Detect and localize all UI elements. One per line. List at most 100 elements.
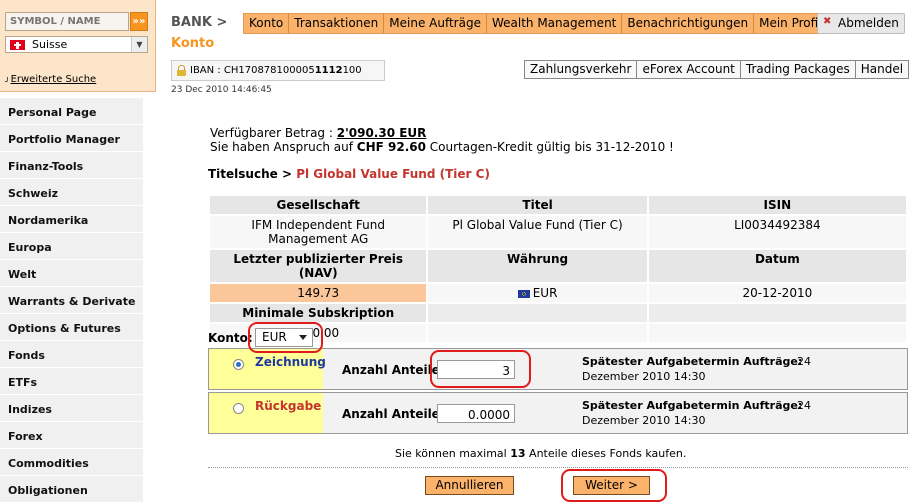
subtab-trading-packages[interactable]: Trading Packages xyxy=(741,61,856,78)
search-go-button[interactable]: »» xyxy=(130,12,148,31)
redemption-option-cell: Rückgabe xyxy=(209,393,323,433)
sidebar-item-fonds[interactable]: Fonds xyxy=(0,341,143,368)
table-header-row: Letzter publizierter Preis (NAV) Währung… xyxy=(207,248,909,284)
column-header: Minimale Subskription xyxy=(207,302,429,324)
deadline-value: Dezember 2010 14:30 xyxy=(582,414,706,427)
quantity-label: Anzahl Anteile: xyxy=(342,407,445,421)
sub-nav: Zahlungsverkehr eForex Account Trading P… xyxy=(524,60,910,79)
page-title: Titelsuche > Pl Global Value Fund (Tier … xyxy=(208,167,490,181)
subscribe-radio[interactable] xyxy=(233,359,244,370)
market-select[interactable]: Suisse ▼ xyxy=(5,36,148,53)
next-button[interactable]: Weiter > xyxy=(573,476,650,495)
sidebar-item-portfolio-manager[interactable]: Portfolio Manager xyxy=(0,125,143,152)
fund-name: Pl Global Value Fund (Tier C) xyxy=(296,167,490,181)
currency-cell: EUR xyxy=(426,282,649,304)
chevron-down-icon xyxy=(299,335,307,340)
redeem-radio[interactable] xyxy=(233,403,244,414)
tab-konto[interactable]: Konto xyxy=(244,14,290,33)
sidebar-item-personal-page[interactable]: Personal Page xyxy=(0,98,143,125)
tab-meine-auftraege[interactable]: Meine Aufträge xyxy=(384,14,487,33)
sidebar-item-finanz-tools[interactable]: Finanz-Tools xyxy=(0,152,143,179)
company-cell: IFM Independent Fund Management AG xyxy=(207,214,429,250)
available-label: Verfügbarer Betrag : xyxy=(210,126,337,140)
sidebar-item-etfs[interactable]: ETFs xyxy=(0,368,143,395)
subscribe-label: Zeichnung xyxy=(255,355,326,369)
chevron-down-icon: ▼ xyxy=(131,37,147,52)
search-panel: »» Suisse ▼ ᴊErweiterte Suche xyxy=(0,0,156,92)
sidebar-item-welt[interactable]: Welt xyxy=(0,260,143,287)
table-row: 100.00 xyxy=(207,322,909,344)
main-nav: Konto Transaktionen Meine Aufträge Wealt… xyxy=(243,13,828,34)
logout-button[interactable]: ✖ Abmelden xyxy=(817,13,905,34)
subtab-handel[interactable]: Handel xyxy=(856,61,908,78)
nav-cell: 149.73 xyxy=(207,282,429,304)
sidebar-item-commodities[interactable]: Commodities xyxy=(0,449,143,476)
eu-flag-icon xyxy=(517,289,530,298)
redemption-row: Rückgabe Anzahl Anteile: Spätester Aufga… xyxy=(208,392,908,434)
credit-prefix: Sie haben Anspruch auf xyxy=(210,140,357,154)
app-window: »» Suisse ▼ ᴊErweiterte Suche Personal P… xyxy=(0,0,920,503)
timestamp: 23 Dec 2010 14:46:45 xyxy=(171,85,272,95)
advanced-search-link[interactable]: ᴊ Erweiterte Suche xyxy=(5,74,96,85)
tab-wealth-management[interactable]: Wealth Management xyxy=(487,14,623,33)
column-header: Letzter publizierter Preis (NAV) xyxy=(207,248,429,284)
column-header: Währung xyxy=(426,248,649,284)
tab-mein-profil[interactable]: Mein Profil xyxy=(754,14,826,33)
konto-currency-value: EUR xyxy=(262,330,287,344)
title-cell: Pl Global Value Fund (Tier C) xyxy=(426,214,649,250)
tab-benachrichtigungen[interactable]: Benachrichtigungen xyxy=(622,14,755,33)
table-header-row: Gesellschaft Titel ISIN xyxy=(207,194,909,216)
konto-currency-select[interactable]: EUR xyxy=(255,328,313,347)
sidebar-item-indizes[interactable]: Indizes xyxy=(0,395,143,422)
subscribe-quantity-input[interactable] xyxy=(437,360,515,379)
symbol-search-input[interactable] xyxy=(5,12,129,31)
sidebar-item-forex[interactable]: Forex xyxy=(0,422,143,449)
available-amount: 2'090.30 EUR xyxy=(336,126,427,140)
close-icon: ✖ xyxy=(823,16,832,27)
isin-cell: LI0034492384 xyxy=(646,214,909,250)
tab-transaktionen[interactable]: Transaktionen xyxy=(289,14,385,33)
empty-cell xyxy=(646,322,909,344)
available-balance-info: Verfügbarer Betrag : 2'090.30 EUR Sie ha… xyxy=(210,126,674,154)
sidebar-item-nordamerika[interactable]: Nordamerika xyxy=(0,206,143,233)
max-suffix: Anteile dieses Fonds kaufen. xyxy=(525,447,687,460)
empty-cell xyxy=(646,302,909,324)
redeem-label: Rückgabe xyxy=(255,399,322,413)
key-icon: ᴊ xyxy=(5,75,9,85)
sidebar-item-warrants-derivate[interactable]: Warrants & Derivate xyxy=(0,287,143,314)
empty-cell xyxy=(426,322,649,344)
column-header: Titel xyxy=(426,194,649,216)
iban-box: IBAN : CH1708781000051112100 xyxy=(171,60,385,81)
sidebar-nav: Personal Page Portfolio Manager Finanz-T… xyxy=(0,98,143,503)
sidebar-item-schweiz[interactable]: Schweiz xyxy=(0,179,143,206)
sidebar-item-options-futures[interactable]: Options & Futures xyxy=(0,314,143,341)
subtab-eforex-account[interactable]: eForex Account xyxy=(637,61,741,78)
brand-title: BANK > xyxy=(171,15,228,30)
deadline-day: 24 xyxy=(797,399,811,412)
advanced-search-label: Erweiterte Suche xyxy=(10,74,97,85)
column-header: Gesellschaft xyxy=(207,194,429,216)
redeem-quantity-input[interactable] xyxy=(437,404,515,423)
section-title: Konto xyxy=(171,36,215,51)
cancel-button[interactable]: Annullieren xyxy=(425,476,514,495)
credit-amount: CHF 92.60 xyxy=(356,140,426,154)
table-header-row: Minimale Subskription xyxy=(207,302,909,324)
currency-value: EUR xyxy=(532,286,558,300)
subtab-zahlungsverkehr[interactable]: Zahlungsverkehr xyxy=(525,61,638,78)
sidebar: »» Suisse ▼ ᴊErweiterte Suche Personal P… xyxy=(0,0,156,503)
deadline-label: Spätester Aufgabetermin Aufträge: xyxy=(582,355,803,368)
iban-prefix: IBAN : CH170878100005 xyxy=(190,65,315,76)
sidebar-item-obligationen[interactable]: Obligationen xyxy=(0,476,143,503)
column-header: ISIN xyxy=(646,194,909,216)
swiss-flag-icon xyxy=(10,40,25,50)
sidebar-item-europa[interactable]: Europa xyxy=(0,233,143,260)
divider xyxy=(208,467,908,468)
logout-label: Abmelden xyxy=(838,16,899,30)
max-prefix: Sie können maximal xyxy=(395,447,511,460)
deadline-label: Spätester Aufgabetermin Aufträge: xyxy=(582,399,803,412)
date-cell: 20-12-2010 xyxy=(646,282,909,304)
iban-suffix: 100 xyxy=(342,65,362,76)
fund-details-table: Gesellschaft Titel ISIN IFM Independent … xyxy=(207,194,909,344)
quantity-label: Anzahl Anteile: xyxy=(342,363,445,377)
lock-icon xyxy=(177,65,186,76)
